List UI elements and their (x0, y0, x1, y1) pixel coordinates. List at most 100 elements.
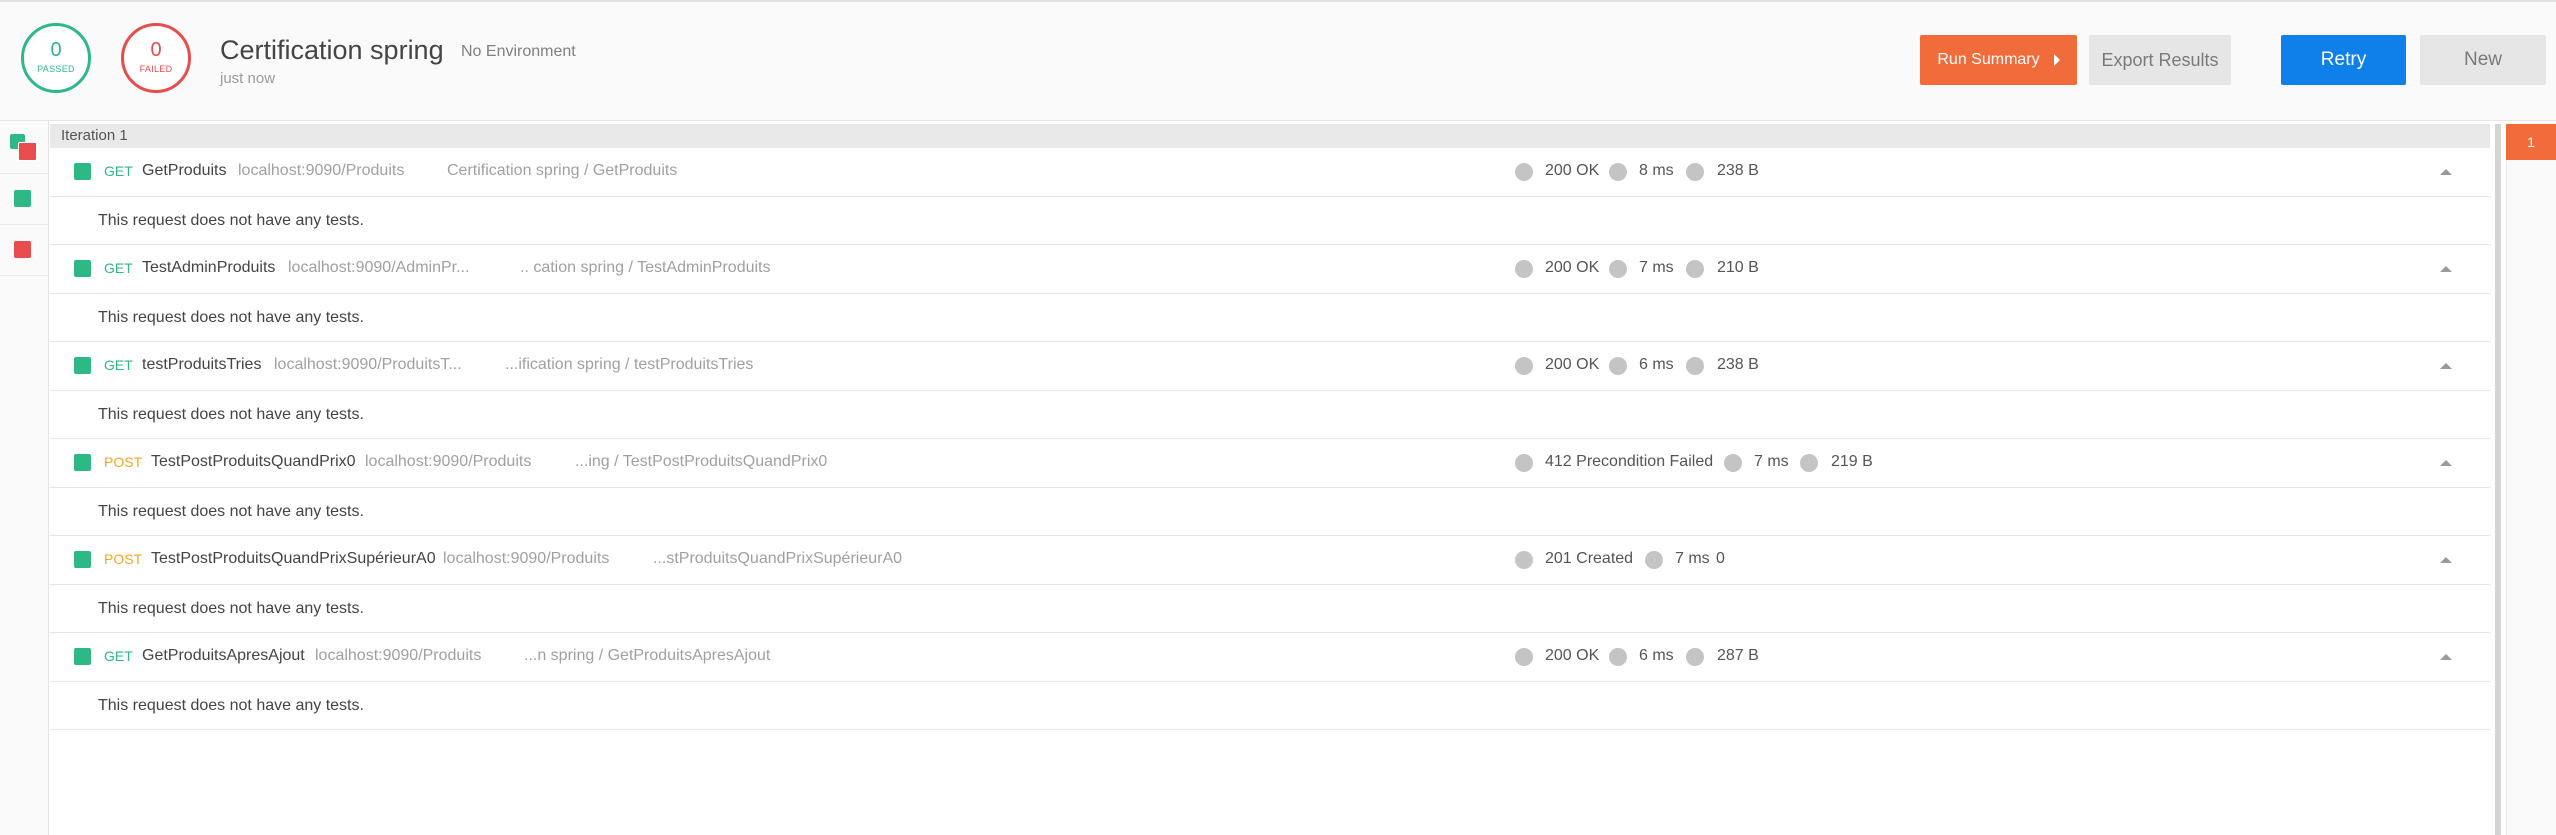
test-message-row: This request does not have any tests. (50, 197, 2490, 245)
filter-all[interactable] (0, 123, 48, 174)
chevron-up-icon[interactable] (2440, 266, 2452, 272)
test-message-row: This request does not have any tests. (50, 585, 2490, 633)
method-badge: GET (104, 163, 133, 179)
request-url: localhost:9090/Produits (443, 550, 610, 567)
response-size: 287 B (1717, 647, 1759, 664)
iteration-tab[interactable]: 1 (2506, 124, 2556, 160)
chevron-up-icon[interactable] (2440, 169, 2452, 175)
test-message-row: This request does not have any tests. (50, 488, 2490, 536)
filter-failed[interactable] (0, 225, 48, 276)
request-name: TestPostProduitsQuandPrix0 (151, 453, 356, 470)
status-code-icon (1515, 163, 1533, 181)
request-path: ...n spring / GetProduitsApresAjout (524, 647, 771, 664)
response-size: 219 B (1831, 453, 1873, 470)
failed-icon (14, 241, 31, 258)
no-tests-message: This request does not have any tests. (98, 600, 364, 617)
method-badge: GET (104, 260, 133, 276)
request-name: testProduitsTries (142, 356, 262, 373)
response-size-icon (1686, 648, 1704, 666)
response-time: 7 ms (1675, 550, 1710, 567)
filter-rail (0, 121, 49, 835)
request-row[interactable]: GET TestAdminProduits localhost:9090/Adm… (50, 245, 2490, 294)
pass-status-icon (74, 454, 91, 471)
request-url: localhost:9090/ProduitsT... (274, 356, 462, 373)
method-badge: GET (104, 357, 133, 373)
test-message-row: This request does not have any tests. (50, 682, 2490, 730)
response-size-icon (1686, 357, 1704, 375)
no-tests-message: This request does not have any tests. (98, 697, 364, 714)
collection-title: Certification spring (220, 35, 444, 65)
response-time: 6 ms (1639, 647, 1674, 664)
pass-status-icon (74, 163, 91, 180)
chevron-up-icon[interactable] (2440, 460, 2452, 466)
response-status: 200 OK (1545, 647, 1600, 664)
request-row[interactable]: GET testProduitsTries localhost:9090/Pro… (50, 342, 2490, 391)
request-path: Certification spring / GetProduits (447, 162, 678, 179)
failed-label: FAILED (139, 64, 173, 74)
failed-counter: 0 FAILED (121, 23, 191, 93)
request-row[interactable]: GET GetProduitsApresAjout localhost:9090… (50, 633, 2490, 682)
passed-icon (14, 190, 31, 207)
response-time: 8 ms (1639, 162, 1674, 179)
response-time-icon (1609, 357, 1627, 375)
request-name: GetProduits (142, 162, 227, 179)
response-size: 0 (1716, 550, 1725, 567)
passed-counter: 0 PASSED (21, 23, 91, 93)
response-status: 200 OK (1545, 356, 1600, 373)
scrollbar-thumb[interactable] (2495, 124, 2501, 835)
request-name: TestAdminProduits (142, 259, 276, 276)
run-summary-button[interactable]: Run Summary (1920, 35, 2077, 85)
status-code-icon (1515, 357, 1533, 375)
response-status: 200 OK (1545, 162, 1600, 179)
no-tests-message: This request does not have any tests. (98, 309, 364, 326)
method-badge: POST (104, 454, 143, 470)
chevron-up-icon[interactable] (2440, 654, 2452, 660)
chevron-up-icon[interactable] (2440, 557, 2452, 563)
no-tests-message: This request does not have any tests. (98, 503, 364, 520)
request-row[interactable]: POST TestPostProduitsQuandPrixSupérieurA… (50, 536, 2490, 585)
export-results-button[interactable]: Export Results (2089, 35, 2231, 85)
test-message-row: This request does not have any tests. (50, 294, 2490, 342)
response-time: 6 ms (1639, 356, 1674, 373)
response-time-icon (1609, 648, 1627, 666)
response-time-icon (1724, 454, 1742, 472)
response-size: 238 B (1717, 356, 1759, 373)
response-time-icon (1609, 163, 1627, 181)
test-message-row: This request does not have any tests. (50, 391, 2490, 439)
request-name: GetProduitsApresAjout (142, 647, 305, 664)
request-path: ...ification spring / testProduitsTries (505, 356, 754, 373)
status-code-icon (1515, 551, 1533, 569)
response-size-icon (1686, 260, 1704, 278)
new-button[interactable]: New (2420, 35, 2546, 85)
request-url: localhost:9090/AdminPr... (288, 259, 470, 276)
response-status: 200 OK (1545, 259, 1600, 276)
passed-count: 0 (50, 39, 62, 61)
chevron-up-icon[interactable] (2440, 363, 2452, 369)
environment-label: No Environment (461, 43, 576, 60)
caret-right-icon (2053, 53, 2060, 66)
response-time: 7 ms (1639, 259, 1674, 276)
iteration-rail (2506, 160, 2556, 835)
pass-status-icon (74, 551, 91, 568)
run-summary-label: Run Summary (1937, 51, 2040, 68)
request-url: localhost:9090/Produits (315, 647, 482, 664)
request-results: GET GetProduits localhost:9090/Produits … (50, 148, 2490, 730)
request-path: .. cation spring / TestAdminProduits (520, 259, 771, 276)
request-path: ...ing / TestPostProduitsQuandPrix0 (575, 453, 828, 470)
filter-passed[interactable] (0, 174, 48, 225)
status-code-icon (1515, 454, 1533, 472)
retry-button[interactable]: Retry (2281, 35, 2406, 85)
request-row[interactable]: POST TestPostProduitsQuandPrix0 localhos… (50, 439, 2490, 488)
response-size-icon (1800, 454, 1818, 472)
request-row[interactable]: GET GetProduits localhost:9090/Produits … (50, 148, 2490, 197)
run-timestamp: just now (220, 70, 276, 87)
failed-count: 0 (150, 39, 162, 61)
response-status: 412 Precondition Failed (1545, 453, 1714, 470)
response-size: 238 B (1717, 162, 1759, 179)
response-time-icon (1609, 260, 1627, 278)
response-time: 7 ms (1754, 453, 1789, 470)
no-tests-message: This request does not have any tests. (98, 406, 364, 423)
passed-label: PASSED (37, 64, 75, 74)
failed-filter-icon (18, 142, 37, 161)
method-badge: POST (104, 551, 143, 567)
